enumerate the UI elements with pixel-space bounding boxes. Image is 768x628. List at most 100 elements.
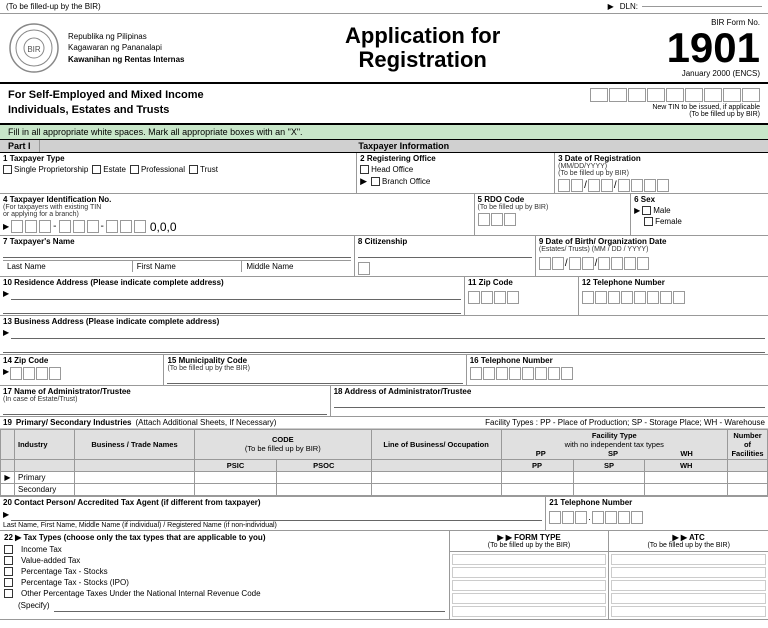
cb-estate-box[interactable] bbox=[92, 165, 101, 174]
ft-cell-5[interactable] bbox=[452, 606, 607, 617]
zip2-d2[interactable] bbox=[23, 367, 35, 380]
ft-cell-4[interactable] bbox=[452, 593, 607, 604]
dob-d6[interactable] bbox=[611, 257, 623, 270]
cb-vat-box[interactable] bbox=[4, 556, 13, 565]
tel1-d5[interactable] bbox=[634, 291, 646, 304]
cb-branch-office-box[interactable] bbox=[371, 177, 380, 186]
tel2-d5[interactable] bbox=[522, 367, 534, 380]
tel1-d4[interactable] bbox=[621, 291, 633, 304]
cb-trust-box[interactable] bbox=[189, 165, 198, 174]
ft-cell-3[interactable] bbox=[452, 580, 607, 591]
tel2-d7[interactable] bbox=[548, 367, 560, 380]
cb-male-box[interactable] bbox=[642, 206, 651, 215]
tin-d1[interactable] bbox=[11, 220, 23, 233]
cb-pct-stocks-box[interactable] bbox=[4, 567, 13, 576]
date-cell-7[interactable] bbox=[644, 179, 656, 192]
f18-input[interactable] bbox=[334, 398, 765, 408]
primary-psic[interactable] bbox=[195, 471, 277, 483]
tin-cell-4[interactable] bbox=[647, 88, 665, 102]
secondary-psic[interactable] bbox=[195, 483, 277, 495]
tax-vat[interactable]: Value-added Tax bbox=[4, 556, 445, 565]
f17-input[interactable] bbox=[3, 405, 327, 415]
f13-input2[interactable] bbox=[3, 343, 765, 353]
secondary-num[interactable] bbox=[728, 483, 768, 495]
f7-input[interactable] bbox=[3, 248, 351, 258]
tin-d4[interactable] bbox=[59, 220, 71, 233]
tin-d9[interactable] bbox=[134, 220, 146, 233]
primary-business[interactable] bbox=[75, 471, 195, 483]
tin-cell-6[interactable] bbox=[685, 88, 703, 102]
zip-d1[interactable] bbox=[468, 291, 480, 304]
dob-d4[interactable] bbox=[582, 257, 594, 270]
tin-cell-8[interactable] bbox=[723, 88, 741, 102]
secondary-pp[interactable] bbox=[501, 483, 573, 495]
tel3-d6[interactable] bbox=[618, 511, 630, 524]
tax-specify-input[interactable] bbox=[54, 602, 445, 612]
f13-input[interactable] bbox=[11, 329, 765, 339]
tin-d7[interactable] bbox=[106, 220, 118, 233]
tin-d6[interactable] bbox=[87, 220, 99, 233]
tel2-d3[interactable] bbox=[496, 367, 508, 380]
cb-female-box[interactable] bbox=[644, 217, 653, 226]
tin-cell-3[interactable] bbox=[628, 88, 646, 102]
date-cell-2[interactable] bbox=[571, 179, 583, 192]
primary-line[interactable] bbox=[371, 471, 501, 483]
tel3-d5[interactable] bbox=[605, 511, 617, 524]
tel1-d1[interactable] bbox=[582, 291, 594, 304]
atc-cell-2[interactable] bbox=[611, 567, 766, 578]
tel3-d2[interactable] bbox=[562, 511, 574, 524]
tin-cell-7[interactable] bbox=[704, 88, 722, 102]
tel1-d8[interactable] bbox=[673, 291, 685, 304]
tin-cell-1[interactable] bbox=[590, 88, 608, 102]
atc-cell-3[interactable] bbox=[611, 580, 766, 591]
cb-single-prop[interactable]: Single Proprietorship bbox=[3, 165, 88, 174]
f15-input[interactable] bbox=[167, 374, 462, 384]
tel1-d7[interactable] bbox=[660, 291, 672, 304]
tel3-d4[interactable] bbox=[592, 511, 604, 524]
date-cell-1[interactable] bbox=[558, 179, 570, 192]
dob-d8[interactable] bbox=[637, 257, 649, 270]
tel3-d1[interactable] bbox=[549, 511, 561, 524]
secondary-wh[interactable] bbox=[645, 483, 728, 495]
tax-other-pct[interactable]: Other Percentage Taxes Under the Nationa… bbox=[4, 589, 445, 598]
tel2-d4[interactable] bbox=[509, 367, 521, 380]
cb-single-prop-box[interactable] bbox=[3, 165, 12, 174]
tel2-d1[interactable] bbox=[470, 367, 482, 380]
dob-d7[interactable] bbox=[624, 257, 636, 270]
dob-d1[interactable] bbox=[539, 257, 551, 270]
primary-wh[interactable] bbox=[645, 471, 728, 483]
tel1-d2[interactable] bbox=[595, 291, 607, 304]
cb-head-office-box[interactable] bbox=[360, 165, 369, 174]
zip-d3[interactable] bbox=[494, 291, 506, 304]
tel3-d7[interactable] bbox=[631, 511, 643, 524]
rdo-d2[interactable] bbox=[491, 213, 503, 226]
cb-pct-stocks-ipo-box[interactable] bbox=[4, 578, 13, 587]
cb-head-office[interactable]: Head Office bbox=[360, 165, 413, 174]
date-cell-5[interactable] bbox=[618, 179, 630, 192]
tel1-d6[interactable] bbox=[647, 291, 659, 304]
secondary-business[interactable] bbox=[75, 483, 195, 495]
tin-cell-5[interactable] bbox=[666, 88, 684, 102]
rdo-d3[interactable] bbox=[504, 213, 516, 226]
zip2-d1[interactable] bbox=[10, 367, 22, 380]
f20-input[interactable] bbox=[11, 511, 542, 521]
primary-psoc[interactable] bbox=[277, 471, 372, 483]
cb-branch-office[interactable]: Branch Office bbox=[371, 177, 430, 186]
dln-value[interactable] bbox=[642, 6, 762, 7]
secondary-line[interactable] bbox=[371, 483, 501, 495]
cb-income-box[interactable] bbox=[4, 545, 13, 554]
tin-cell-2[interactable] bbox=[609, 88, 627, 102]
dob-d5[interactable] bbox=[598, 257, 610, 270]
tin-d3[interactable] bbox=[39, 220, 51, 233]
date-cell-6[interactable] bbox=[631, 179, 643, 192]
tax-income[interactable]: Income Tax bbox=[4, 545, 445, 554]
dob-d3[interactable] bbox=[569, 257, 581, 270]
f10-input[interactable] bbox=[11, 290, 461, 300]
tin-d5[interactable] bbox=[73, 220, 85, 233]
zip-d2[interactable] bbox=[481, 291, 493, 304]
f8-input[interactable] bbox=[358, 248, 532, 258]
cb-female[interactable]: Female bbox=[644, 217, 682, 226]
secondary-sp[interactable] bbox=[573, 483, 645, 495]
cb-male[interactable]: Male bbox=[642, 206, 670, 215]
cb-professional[interactable]: Professional bbox=[130, 165, 185, 174]
